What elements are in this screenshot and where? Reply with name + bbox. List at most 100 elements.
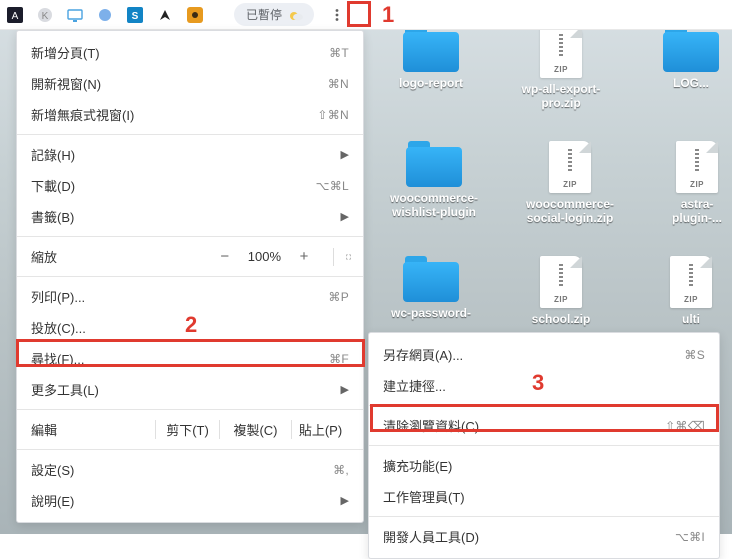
label: 設定(S) xyxy=(31,460,74,479)
label: 書籤(B) xyxy=(31,207,74,226)
file-name: LOG... xyxy=(673,76,709,90)
extension-icon[interactable] xyxy=(156,6,174,24)
file-name: wp-all-export-pro.zip xyxy=(520,82,602,111)
menu-settings[interactable]: 設定(S) ⌘, xyxy=(17,454,363,485)
edit-cut-button[interactable]: 剪下(T) xyxy=(155,420,219,439)
menu-more-tools[interactable]: 更多工具(L) ▶ xyxy=(17,374,363,405)
desktop-item[interactable]: ZIP wp-all-export-pro.zip xyxy=(520,26,602,111)
browser-toolbar: A K S 已暫停 xyxy=(0,0,732,30)
submenu-extensions[interactable]: 擴充功能(E) xyxy=(369,450,719,481)
separator xyxy=(369,445,719,446)
menu-new-window[interactable]: 開新視窗(N)⌘N xyxy=(17,68,363,99)
zip-icon: ZIP xyxy=(549,141,591,193)
label: 記錄(H) xyxy=(31,145,75,164)
chrome-main-menu: 新增分頁(T)⌘T 開新視窗(N)⌘N 新增無痕式視窗(I) ⇧⌘N 記錄(H) ▶… xyxy=(16,30,364,523)
shortcut: ⌘T xyxy=(329,46,349,60)
menu-new-tab[interactable]: 新增分頁(T)⌘T xyxy=(17,37,363,68)
menu-print[interactable]: 列印(P)... ⌘P xyxy=(17,281,363,312)
submenu-save-page[interactable]: 另存網頁(A)... ⌘S xyxy=(369,339,719,370)
extension-icon[interactable]: K xyxy=(36,6,54,24)
menu-bookmarks[interactable]: 書籤(B) ▶ xyxy=(17,201,363,232)
desktop-icon-grid: logo-report ZIP wp-all-export-pro.zip LOG… xyxy=(390,22,732,326)
chrome-menu-button[interactable] xyxy=(326,4,348,26)
label: 投放(C)... xyxy=(31,318,86,337)
file-name: wc-password- xyxy=(391,306,471,320)
shortcut: ⇧⌘N xyxy=(317,108,349,122)
zip-icon: ZIP xyxy=(540,256,582,308)
edit-paste-button[interactable]: 貼上(P) xyxy=(291,420,363,439)
submenu-create-shortcut[interactable]: 建立捷徑... xyxy=(369,370,719,401)
submenu-clear-browsing-data[interactable]: 清除瀏覽資料(C)... ⇧⌘⌫ xyxy=(369,410,719,441)
desktop-item[interactable]: ZIPschool.zip xyxy=(520,256,602,326)
desktop-item[interactable]: logo-report xyxy=(390,26,472,111)
label: 新增無痕式視窗(I) xyxy=(31,105,134,124)
label: 列印(P)... xyxy=(31,287,85,306)
chevron-right-icon: ▶ xyxy=(341,494,349,507)
separator xyxy=(369,516,719,517)
svg-text:S: S xyxy=(132,11,139,22)
desktop-item[interactable]: wc-password- xyxy=(390,256,472,326)
file-name: woocommerce-wishlist-plugin xyxy=(390,191,478,220)
file-name: woocommerce-social-login.zip xyxy=(526,197,614,226)
chevron-right-icon: ▶ xyxy=(341,210,349,223)
menu-edit-row: 編輯 剪下(T) 複製(C) 貼上(P) xyxy=(17,414,363,445)
status-label: 已暫停 xyxy=(246,6,282,23)
zip-icon: ZIP xyxy=(540,26,582,78)
folder-icon xyxy=(663,26,719,72)
label: 更多工具(L) xyxy=(31,380,99,399)
extension-icon[interactable] xyxy=(186,6,204,24)
shortcut: ⌘F xyxy=(329,352,349,366)
zip-icon: ZIP xyxy=(676,141,718,193)
more-tools-submenu: 另存網頁(A)... ⌘S 建立捷徑... 清除瀏覽資料(C)... ⇧⌘⌫ 擴充功… xyxy=(368,332,720,559)
shortcut: ⌘P xyxy=(328,290,349,304)
menu-cast[interactable]: 投放(C)... xyxy=(17,312,363,343)
file-name: astra-plugin-... xyxy=(662,197,732,226)
label: 擴充功能(E) xyxy=(383,456,452,475)
menu-help[interactable]: 說明(E) ▶ xyxy=(17,485,363,516)
menu-history[interactable]: 記錄(H) ▶ xyxy=(17,139,363,170)
shortcut: ⇧⌘⌫ xyxy=(665,419,705,433)
extension-icon[interactable]: S xyxy=(126,6,144,24)
shortcut: ⌘, xyxy=(333,463,349,477)
file-name: ulti xyxy=(682,312,700,326)
desktop-item[interactable]: woocommerce-wishlist-plugin xyxy=(390,141,478,226)
zoom-value: 100% xyxy=(248,249,281,264)
chevron-right-icon: ▶ xyxy=(341,383,349,396)
separator xyxy=(17,236,363,237)
menu-find[interactable]: 尋找(F)...⌘F xyxy=(17,343,363,374)
label: 下載(D) xyxy=(31,176,75,195)
desktop-item[interactable]: LOG... xyxy=(650,26,732,111)
edit-copy-button[interactable]: 複製(C) xyxy=(219,420,291,439)
profile-status-pill[interactable]: 已暫停 xyxy=(234,3,314,26)
folder-icon xyxy=(406,141,462,187)
submenu-task-manager[interactable]: 工作管理員(T) xyxy=(369,481,719,512)
label: 清除瀏覽資料(C)... xyxy=(383,416,490,435)
svg-text:A: A xyxy=(12,11,19,22)
zoom-out-button[interactable]: − xyxy=(216,248,234,265)
folder-icon xyxy=(403,26,459,72)
weather-icon xyxy=(288,7,304,23)
fullscreen-icon[interactable] xyxy=(333,248,351,266)
desktop-item[interactable]: ZIP ulti xyxy=(650,256,732,326)
label: 說明(E) xyxy=(31,491,74,510)
folder-icon xyxy=(403,256,459,302)
svg-text:K: K xyxy=(42,11,49,22)
menu-zoom: 縮放 − 100% + xyxy=(17,241,363,272)
extension-icon[interactable] xyxy=(66,6,84,24)
label: 建立捷徑... xyxy=(383,376,446,395)
menu-new-incognito[interactable]: 新增無痕式視窗(I) ⇧⌘N xyxy=(17,99,363,130)
extension-icon[interactable]: A xyxy=(6,6,24,24)
label: 開發人員工具(D) xyxy=(383,527,479,546)
desktop-item[interactable]: ZIP astra-plugin-... xyxy=(662,141,732,226)
chevron-right-icon: ▶ xyxy=(341,148,349,161)
shortcut: ⌘S xyxy=(684,348,705,362)
desktop-item[interactable]: ZIP woocommerce-social-login.zip xyxy=(526,141,614,226)
submenu-dev-tools[interactable]: 開發人員工具(D)⌥⌘I xyxy=(369,521,719,552)
extension-icon[interactable] xyxy=(96,6,114,24)
label: 另存網頁(A)... xyxy=(383,345,463,364)
shortcut: ⌘N xyxy=(328,77,349,91)
separator xyxy=(17,276,363,277)
zip-icon: ZIP xyxy=(670,256,712,308)
zoom-in-button[interactable]: + xyxy=(295,248,313,265)
menu-downloads[interactable]: 下載(D)⌥⌘L xyxy=(17,170,363,201)
